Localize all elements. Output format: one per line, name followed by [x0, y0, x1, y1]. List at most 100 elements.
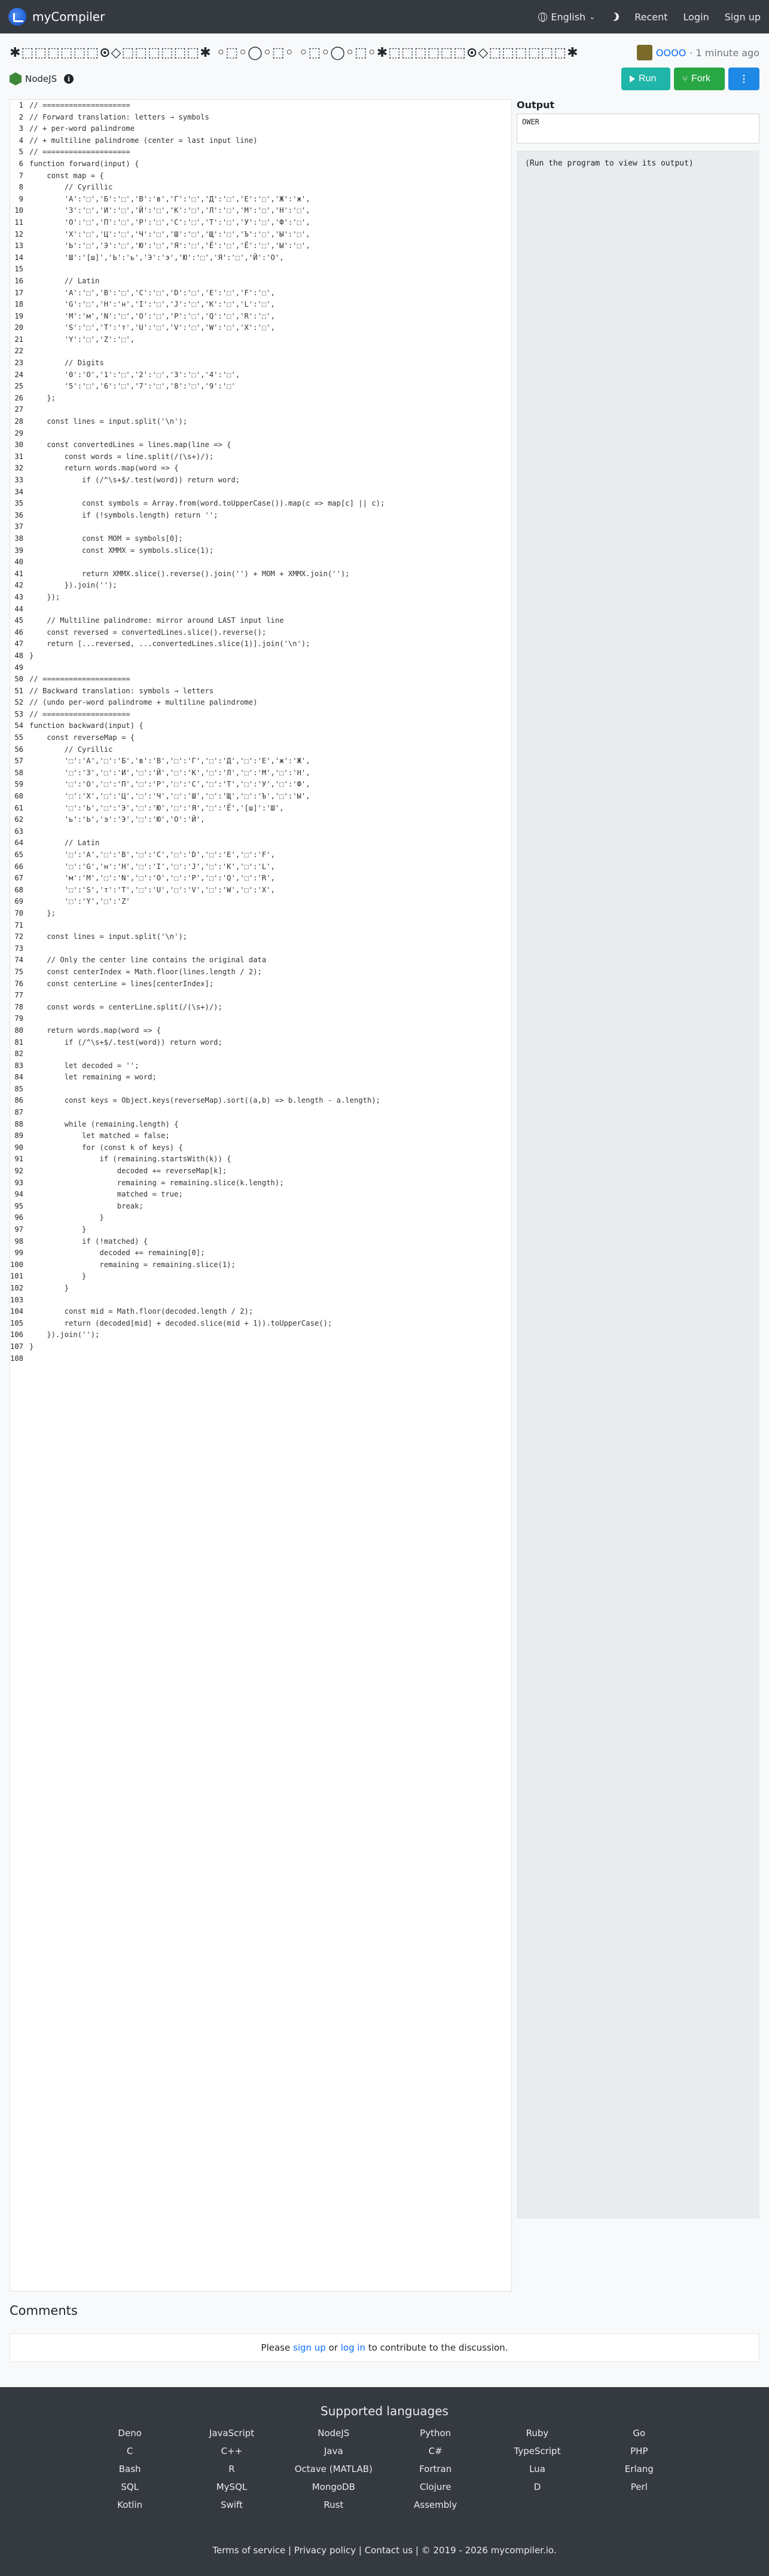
code-line[interactable]: 36 if (!symbols.length) return ''; — [10, 510, 511, 522]
code-line[interactable]: 20 'S':'⬚','T':'т','U':'⬚','V':'⬚','W':'… — [10, 322, 511, 334]
code-line[interactable]: 11 'О':'⬚','П':'⬚','Р':'⬚','С':'⬚','Т':'… — [10, 217, 511, 229]
code-line[interactable]: 27 — [10, 404, 511, 416]
language-link[interactable]: MySQL — [181, 2482, 282, 2492]
code-line[interactable]: 3 // + per-word palindrome — [10, 123, 511, 135]
code-line[interactable]: 53 // ==================== — [10, 709, 511, 721]
code-line[interactable]: 90 for (const k of keys) { — [10, 1142, 511, 1154]
code-line[interactable]: 104 const mid = Math.floor(decoded.lengt… — [10, 1306, 511, 1318]
code-line[interactable]: 19 'M':'м','N':'⬚','O':'⬚','P':'⬚','Q':'… — [10, 311, 511, 323]
comments-signup-link[interactable]: sign up — [293, 2342, 326, 2353]
code-line[interactable]: 79 — [10, 1013, 511, 1025]
language-link[interactable]: TypeScript — [486, 2446, 588, 2456]
code-line[interactable]: 21 'Y':'⬚','Z':'⬚', — [10, 334, 511, 346]
code-line[interactable]: 43 }); — [10, 592, 511, 604]
code-line[interactable]: 42 }).join(''); — [10, 580, 511, 592]
code-line[interactable]: 86 const keys = Object.keys(reverseMap).… — [10, 1095, 511, 1107]
language-link[interactable]: Kotlin — [79, 2499, 181, 2510]
code-line[interactable]: 76 const centerLine = lines[centerIndex]… — [10, 978, 511, 990]
code-line[interactable]: 31 const words = line.split(/(\s+)/); — [10, 451, 511, 463]
stdin-input[interactable]: OWER — [517, 114, 759, 143]
code-line[interactable]: 37 — [10, 521, 511, 533]
language-link[interactable]: Clojure — [384, 2482, 486, 2492]
language-link[interactable]: Java — [283, 2446, 384, 2456]
code-line[interactable]: 4 // + multiline palindrome (center = las… — [10, 135, 511, 147]
language-link[interactable]: Deno — [79, 2428, 181, 2439]
code-line[interactable]: 97 } — [10, 1224, 511, 1236]
code-line[interactable]: 75 const centerIndex = Math.floor(lines.… — [10, 966, 511, 978]
code-line[interactable]: 17 'A':'⬚','B':'⬚','C':'⬚','D':'⬚','E':'… — [10, 287, 511, 299]
code-line[interactable]: 54 function backward(input) { — [10, 720, 511, 732]
code-line[interactable]: 71 — [10, 920, 511, 932]
code-line[interactable]: 70 }; — [10, 908, 511, 920]
run-button[interactable]: Run — [621, 68, 670, 90]
language-link[interactable]: D — [486, 2482, 588, 2492]
code-line[interactable]: 41 return XMMX.slice().reverse().join(''… — [10, 568, 511, 580]
code-line[interactable]: 66 '⬚':'G','н':'H','⬚':'I','⬚':'J','⬚':'… — [10, 861, 511, 873]
code-line[interactable]: 34 — [10, 487, 511, 498]
code-line[interactable]: 105 return (decoded[mid] + decoded.slice… — [10, 1318, 511, 1330]
code-line[interactable]: 77 — [10, 990, 511, 1002]
code-line[interactable]: 56 // Cyrillic — [10, 744, 511, 756]
code-line[interactable]: 100 remaining = remaining.slice(1); — [10, 1259, 511, 1271]
author-name[interactable]: OOOO — [656, 47, 686, 59]
code-line[interactable]: 18 'G':'⬚','H':'н','I':'⬚','J':'⬚','K':'… — [10, 299, 511, 311]
code-line[interactable]: 14 'Ш':'[ш]','Ь':'ь','Э':'э','Ю':'⬚','Я'… — [10, 252, 511, 264]
code-line[interactable]: 68 '⬚':'S','т':'T','⬚':'U','⬚':'V','⬚':'… — [10, 885, 511, 897]
language-link[interactable]: JavaScript — [181, 2428, 282, 2439]
language-link[interactable]: Octave (MATLAB) — [283, 2464, 384, 2474]
code-line[interactable]: 9 'А':'⬚','Б':'⬚','В':'ʙ','Г':'⬚','Д':'⬚… — [10, 194, 511, 206]
code-line[interactable]: 32 return words.map(word => { — [10, 463, 511, 475]
language-link[interactable]: Swift — [181, 2499, 282, 2510]
language-link[interactable]: SQL — [79, 2482, 181, 2492]
code-line[interactable]: 38 const MOM = symbols[0]; — [10, 533, 511, 545]
footer-links[interactable]: Terms of service | Privacy policy | Cont… — [0, 2545, 769, 2556]
code-line[interactable]: 25 '5':'⬚','6':'⬚','7':'⬚','8':'⬚','9':'… — [10, 381, 511, 393]
code-line[interactable]: 45 // Multiline palindrome: mirror aroun… — [10, 615, 511, 627]
code-line[interactable]: 29 — [10, 428, 511, 440]
code-line[interactable]: 72 const lines = input.split('\n'); — [10, 931, 511, 943]
code-line[interactable]: 6 function forward(input) { — [10, 158, 511, 170]
code-line[interactable]: 69 '⬚':'Y','⬚':'Z' — [10, 896, 511, 908]
code-line[interactable]: 59 '⬚':'О','⬚':'П','⬚':'Р','⬚':'С','⬚':'… — [10, 779, 511, 791]
language-link[interactable]: Assembly — [384, 2499, 486, 2510]
theme-toggle[interactable] — [611, 13, 619, 21]
code-line[interactable]: 94 matched = true; — [10, 1189, 511, 1201]
language-link[interactable]: C++ — [181, 2446, 282, 2456]
code-line[interactable]: 47 return [...reversed, ...convertedLine… — [10, 638, 511, 650]
code-line[interactable]: 101 } — [10, 1271, 511, 1283]
recent-link[interactable]: Recent — [634, 11, 667, 23]
code-line[interactable]: 33 if (/^\s+$/.test(word)) return word; — [10, 475, 511, 487]
code-line[interactable]: 63 — [10, 826, 511, 838]
code-line[interactable]: 23 // Digits — [10, 357, 511, 369]
code-line[interactable]: 52 // (undo per-word palindrome + multili… — [10, 697, 511, 709]
code-line[interactable]: 88 while (remaining.length) { — [10, 1119, 511, 1131]
code-editor[interactable]: 1 // ==================== 2 // Forward tran… — [10, 99, 512, 2292]
language-link[interactable]: Bash — [79, 2464, 181, 2474]
code-line[interactable]: 78 const words = centerLine.split(/(\s+)… — [10, 1002, 511, 1014]
code-line[interactable]: 67 'м':'M','⬚':'N','⬚':'O','⬚':'P','⬚':'… — [10, 873, 511, 885]
code-line[interactable]: 49 — [10, 662, 511, 674]
code-line[interactable]: 30 const convertedLines = lines.map(line… — [10, 439, 511, 451]
language-link[interactable]: Erlang — [588, 2464, 690, 2474]
fork-button[interactable]: ⑂ Fork — [674, 68, 725, 90]
code-line[interactable]: 46 const reversed = convertedLines.slice… — [10, 627, 511, 639]
code-line[interactable]: 103 — [10, 1295, 511, 1307]
code-line[interactable]: 40 — [10, 556, 511, 568]
code-line[interactable]: 92 decoded += reverseMap[k]; — [10, 1165, 511, 1177]
code-line[interactable]: 85 — [10, 1084, 511, 1096]
code-line[interactable]: 91 if (remaining.startsWith(k)) { — [10, 1154, 511, 1165]
code-line[interactable]: 106 }).join(''); — [10, 1329, 511, 1341]
code-line[interactable]: 82 — [10, 1048, 511, 1060]
language-link[interactable]: Fortran — [384, 2464, 486, 2474]
language-link[interactable]: Perl — [588, 2482, 690, 2492]
info-icon[interactable]: i — [64, 74, 74, 84]
code-line[interactable]: 39 const XMMX = symbols.slice(1); — [10, 545, 511, 557]
code-line[interactable]: 1 // ==================== — [10, 100, 511, 112]
code-line[interactable]: 93 remaining = remaining.slice(k.length)… — [10, 1177, 511, 1189]
code-line[interactable]: 16 // Latin — [10, 276, 511, 287]
code-line[interactable]: 51 // Backward translation: symbols → let… — [10, 686, 511, 697]
code-line[interactable]: 2 // Forward translation: letters → symbo… — [10, 112, 511, 124]
code-line[interactable]: 5 // ==================== — [10, 146, 511, 158]
language-link[interactable]: Ruby — [486, 2428, 588, 2439]
language-selector[interactable]: English ⌄ — [538, 11, 595, 23]
